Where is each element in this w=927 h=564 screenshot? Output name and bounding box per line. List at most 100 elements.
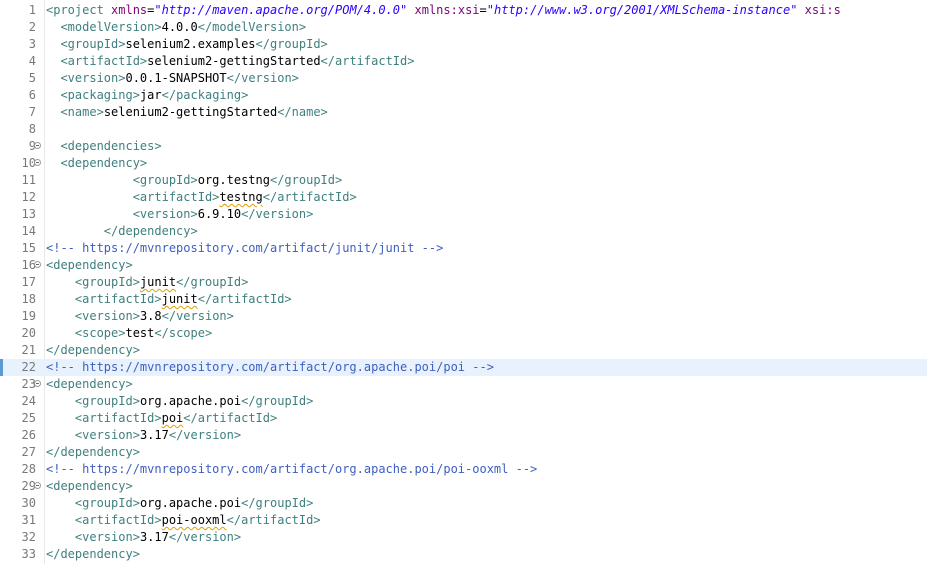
code-line[interactable]: 10 <dependency>	[0, 155, 927, 172]
code-line[interactable]: 12 <artifactId>testng</artifactId>	[0, 189, 927, 206]
code-text: <artifactId>poi</artifactId>	[46, 410, 277, 427]
fold-toggle-icon[interactable]	[34, 380, 41, 387]
code-line[interactable]: 11 <groupId>org.testng</groupId>	[0, 172, 927, 189]
xml-comment: <!-- https://mvnrepository.com/artifact/…	[46, 241, 444, 255]
code-text: <artifactId>selenium2-gettingStarted</ar…	[46, 53, 414, 70]
code-text: </dependency>	[46, 546, 140, 563]
code-text: <version>3.8</version>	[46, 308, 234, 325]
code-line[interactable]: 3 <groupId>selenium2.examples</groupId>	[0, 36, 927, 53]
line-number: 30	[21, 496, 36, 510]
xml-tag: <dependency>	[46, 258, 133, 272]
code-line[interactable]: 2 <modelVersion>4.0.0</modelVersion>	[0, 19, 927, 36]
code-line[interactable]: 26 <version>3.17</version>	[0, 427, 927, 444]
fold-toggle-icon[interactable]	[34, 159, 41, 166]
xml-tag: <groupId>	[74, 394, 140, 408]
code-line[interactable]: 5 <version>0.0.1-SNAPSHOT</version>	[0, 70, 927, 87]
code-text: <groupId>org.testng</groupId>	[46, 172, 343, 189]
xml-tag: <version>	[132, 207, 198, 221]
xml-text	[407, 3, 414, 17]
code-line[interactable]: 31 <artifactId>poi-ooxml</artifactId>	[0, 512, 927, 529]
code-line[interactable]: 19 <version>3.8</version>	[0, 308, 927, 325]
code-line[interactable]: 6 <packaging>jar</packaging>	[0, 87, 927, 104]
code-line[interactable]: 17 <groupId>junit</groupId>	[0, 274, 927, 291]
xml-tag: <packaging>	[60, 88, 140, 102]
xml-tag: </groupId>	[255, 37, 328, 51]
code-line[interactable]: 21 </dependency>	[0, 342, 927, 359]
xml-text: org.testng	[197, 173, 270, 187]
xml-tag: <project	[46, 3, 112, 17]
line-number: 13	[21, 207, 36, 221]
fold-toggle-icon[interactable]	[34, 142, 41, 149]
xml-tag: </groupId>	[241, 394, 314, 408]
xml-editor[interactable]: 1 <project xmlns = "http://maven.apache.org…	[0, 0, 927, 564]
code-line[interactable]: 29 <dependency>	[0, 478, 927, 495]
line-number: 6	[28, 88, 36, 102]
code-line[interactable]: 22 <!-- https://mvnrepository.com/artifac…	[0, 359, 927, 376]
code-line[interactable]: 14 </dependency>	[0, 223, 927, 240]
xml-text: org.apache.poi	[139, 394, 242, 408]
fold-toggle-icon[interactable]	[34, 261, 41, 268]
xml-text	[797, 3, 804, 17]
xml-tag: <version>	[74, 309, 140, 323]
code-line[interactable]: 7 <name>selenium2-gettingStarted</name>	[0, 104, 927, 121]
xml-text: 3.8	[139, 309, 162, 323]
xml-tag: </modelVersion>	[197, 20, 307, 34]
code-line[interactable]: 30 <groupId>org.apache.poi</groupId>	[0, 495, 927, 512]
xml-attribute-value: "http://www.w3.org/2001/XMLSchema-instan…	[486, 3, 798, 17]
xml-tag: </artifactId>	[320, 54, 415, 68]
code-line[interactable]: 33 </dependency>	[0, 546, 927, 563]
xml-tag: </name>	[277, 105, 328, 119]
code-line[interactable]: 32 <version>3.17</version>	[0, 529, 927, 546]
xml-tag: <version>	[74, 428, 140, 442]
xml-tag: <version>	[74, 530, 140, 544]
xml-tag: <groupId>	[74, 496, 140, 510]
xml-tag: </dependency>	[103, 224, 198, 238]
code-line[interactable]: 8	[0, 121, 927, 138]
code-line[interactable]: 13 <version>6.9.10</version>	[0, 206, 927, 223]
code-line[interactable]: 28 <!-- https://mvnrepository.com/artifac…	[0, 461, 927, 478]
xml-tag: </version>	[161, 309, 234, 323]
code-text: </dependency>	[46, 342, 140, 359]
code-line[interactable]: 27 </dependency>	[0, 444, 927, 461]
line-number: 5	[28, 71, 36, 85]
code-text: <groupId>org.apache.poi</groupId>	[46, 495, 313, 512]
xml-tag: <groupId>	[74, 275, 140, 289]
line-number: 7	[28, 105, 36, 119]
xml-tag: <version>	[60, 71, 126, 85]
code-line[interactable]: 15 <!-- https://mvnrepository.com/artifac…	[0, 240, 927, 257]
xml-tag: <groupId>	[132, 173, 198, 187]
line-number: 19	[21, 309, 36, 323]
code-line[interactable]: 23 <dependency>	[0, 376, 927, 393]
code-line[interactable]: 4 <artifactId>selenium2-gettingStarted</…	[0, 53, 927, 70]
fold-toggle-icon[interactable]	[34, 482, 41, 489]
xml-tag: <artifactId>	[74, 411, 162, 425]
line-number: 26	[21, 428, 36, 442]
line-number: 14	[21, 224, 36, 238]
code-line[interactable]: 20 <scope>test</scope>	[0, 325, 927, 342]
code-text: <!-- https://mvnrepository.com/artifact/…	[46, 461, 537, 478]
code-line[interactable]: 1 <project xmlns = "http://maven.apache.org…	[0, 2, 927, 19]
code-line[interactable]: 18 <artifactId>junit</artifactId>	[0, 291, 927, 308]
code-line[interactable]: 25 <artifactId>poi</artifactId>	[0, 410, 927, 427]
xml-tag: <dependency>	[46, 479, 133, 493]
line-number: 4	[28, 54, 36, 68]
code-line[interactable]: 16 <dependency>	[0, 257, 927, 274]
xml-text-spelling-warning: junit	[139, 275, 177, 289]
line-number: 20	[21, 326, 36, 340]
line-number: 27	[21, 445, 36, 459]
xml-text-spelling-warning: poi-ooxml	[161, 513, 227, 527]
code-text: <groupId>selenium2.examples</groupId>	[46, 36, 328, 53]
xml-tag: <scope>	[74, 326, 126, 340]
code-line[interactable]: 9 <dependencies>	[0, 138, 927, 155]
code-line[interactable]: 24 <groupId>org.apache.poi</groupId>	[0, 393, 927, 410]
xml-tag: </version>	[168, 428, 242, 442]
